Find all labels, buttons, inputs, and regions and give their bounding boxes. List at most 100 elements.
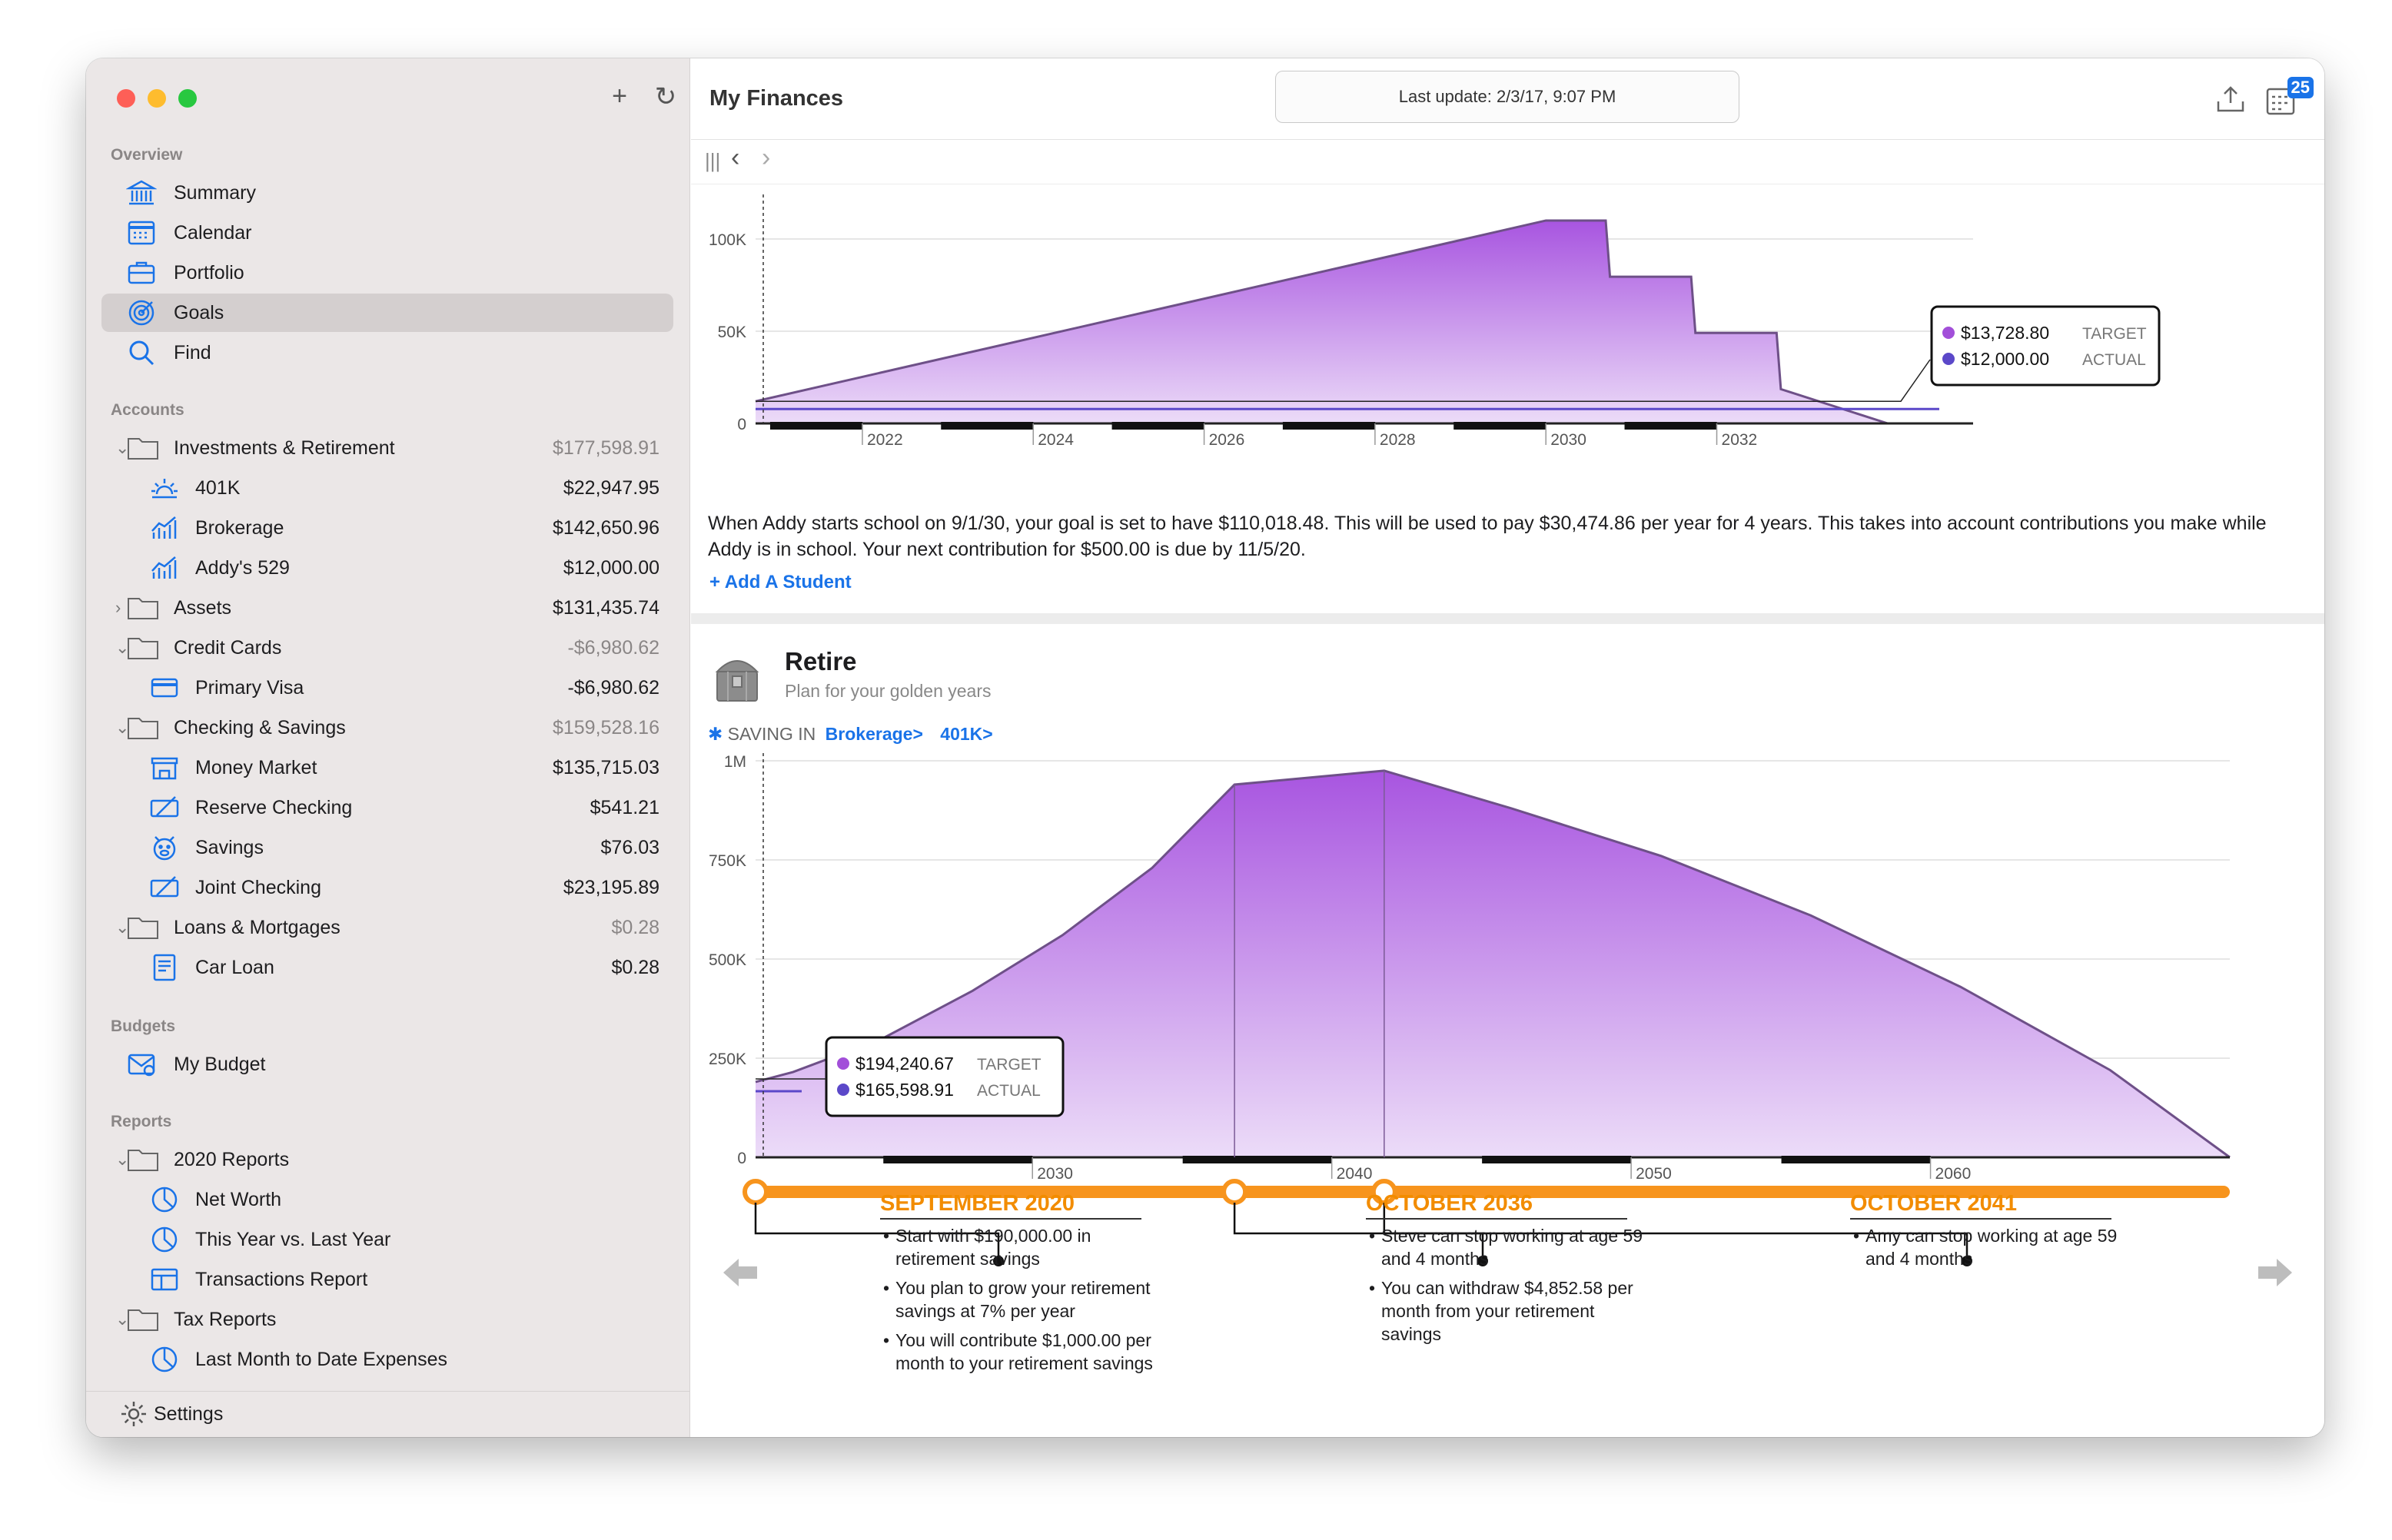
refresh-icon[interactable]: ↻ <box>653 81 679 112</box>
minimize-window-button[interactable] <box>148 89 166 108</box>
milestone-bullet: Amy can stop working at age 59 and 4 mon… <box>1850 1224 2135 1270</box>
sidebar-item-calendar[interactable]: Calendar <box>101 214 673 252</box>
target-dot <box>837 1057 849 1070</box>
saving-account-401k-link[interactable]: 401K> <box>940 724 992 744</box>
saving-account-brokerage-link[interactable]: Brokerage> <box>826 724 923 744</box>
sidebar-item-money-market[interactable]: Money Market $135,715.03 <box>101 748 673 787</box>
window-controls <box>117 89 197 108</box>
sidebar-group-checking-savings[interactable]: ⌄ Checking & Savings $159,528.16 <box>101 709 673 747</box>
sidebar-group-credit-cards[interactable]: ⌄ Credit Cards -$6,980.62 <box>101 629 673 667</box>
sidebar-item-reserve-checking[interactable]: Reserve Checking $541.21 <box>101 788 673 827</box>
education-goal-description: When Addy starts school on 9/1/30, your … <box>708 513 2267 560</box>
milestone-title: SEPTEMBER 2020 <box>880 1191 1141 1220</box>
axis-segment <box>1624 422 1717 430</box>
sidebar-item-this-year-vs-last-year[interactable]: This Year vs. Last Year <box>101 1220 673 1259</box>
milestone-bullet: You can withdraw $4,852.58 per month fro… <box>1366 1276 1650 1346</box>
x-tick-label: 2032 <box>1722 431 1758 449</box>
sidebar-toolbar: + ↻ <box>606 81 679 112</box>
section-budgets: Budgets <box>111 1017 175 1035</box>
sidebar-item-joint-checking[interactable]: Joint Checking $23,195.89 <box>101 868 673 907</box>
folder-icon <box>126 1143 160 1177</box>
sidebar-group-tax-reports[interactable]: ⌄ Tax Reports <box>101 1300 673 1339</box>
axis-segment <box>1282 422 1375 430</box>
y-tick-label: 750K <box>709 852 746 870</box>
close-window-button[interactable] <box>117 89 135 108</box>
sidebar-group-loans[interactable]: ⌄ Loans & Mortgages $0.28 <box>101 908 673 947</box>
milestone-october-2041: OCTOBER 2041 Amy can stop working at age… <box>1850 1191 2135 1276</box>
main-content: My Finances Last update: 2/3/17, 9:07 PM… <box>691 58 2324 1437</box>
sidebar-item-savings[interactable]: Savings $76.03 <box>101 828 673 867</box>
timeline-milestone-marker <box>1221 1179 1248 1205</box>
add-icon[interactable]: + <box>606 81 633 112</box>
add-student-button[interactable]: + Add A Student <box>709 572 852 593</box>
sidebar-item-my-budget[interactable]: My Budget <box>101 1045 673 1084</box>
axis-segment <box>1453 422 1546 430</box>
gear-icon[interactable]: ✱ <box>708 724 723 744</box>
retire-goal-title: Retire <box>785 647 857 675</box>
tooltip-box <box>1930 305 2161 387</box>
previous-milestone-arrow-icon[interactable] <box>722 1256 759 1289</box>
zoom-window-button[interactable] <box>178 89 197 108</box>
education-goal-chart: 0 50K 100K 2022 2024 2026 2028 2030 2032 $13,728.… <box>691 185 2324 508</box>
folder-icon <box>126 1303 160 1336</box>
target-value: $13,728.80 <box>1961 323 2049 343</box>
y-tick-label: 0 <box>737 1150 746 1167</box>
sidebar-group-assets[interactable]: › Assets $131,435.74 <box>101 589 673 627</box>
value-tooltip: $194,240.67 TARGET $165,598.91 ACTUAL <box>825 1036 1065 1117</box>
sidebar-item-401k[interactable]: 401K $22,947.95 <box>101 469 673 507</box>
milestone-october-2036: OCTOBER 2036 Steve can stop working at a… <box>1366 1191 1650 1352</box>
sidebar-item-transactions-report[interactable]: Transactions Report <box>101 1260 673 1299</box>
sidebar-group-2020-reports[interactable]: ⌄ 2020 Reports <box>101 1140 673 1179</box>
pie-chart-icon <box>148 1183 181 1216</box>
sidebar-item-car-loan[interactable]: Car Loan $0.28 <box>101 948 673 987</box>
milestone-september-2020: SEPTEMBER 2020 Start with $190,000.00 in… <box>880 1191 1164 1381</box>
folder-icon <box>126 591 160 625</box>
axis-segment <box>1781 1156 1931 1163</box>
sidebar-item-last-month-expenses[interactable]: Last Month to Date Expenses <box>101 1340 673 1379</box>
toolbar: My Finances Last update: 2/3/17, 9:07 PM… <box>691 58 2324 140</box>
pie-chart-icon <box>148 1343 181 1376</box>
sidebar-item-primary-visa[interactable]: Primary Visa -$6,980.62 <box>101 669 673 707</box>
forward-icon[interactable]: › <box>762 143 770 173</box>
share-icon[interactable] <box>2214 81 2247 115</box>
tooltip-box <box>825 1036 1065 1117</box>
sidebar-item-goals[interactable]: Goals <box>101 294 673 332</box>
timeline-milestone-marker <box>743 1179 769 1205</box>
table-icon <box>148 1263 181 1296</box>
sidebar: + ↻ Overview Summary Calendar Portfolio … <box>86 58 690 1437</box>
settings-button[interactable]: Settings <box>86 1391 690 1437</box>
sidebar-item-find[interactable]: Find <box>101 334 673 372</box>
sidebar-item-net-worth[interactable]: Net Worth <box>101 1180 673 1219</box>
next-milestone-arrow-icon[interactable] <box>2257 1256 2294 1289</box>
folder-icon <box>126 631 160 665</box>
x-tick-label: 2030 <box>1550 431 1586 449</box>
milestone-title: OCTOBER 2036 <box>1366 1191 1627 1220</box>
actual-dot <box>1942 353 1955 365</box>
sidebar-item-portfolio[interactable]: Portfolio <box>101 254 673 292</box>
y-tick-label: 250K <box>709 1050 746 1068</box>
saving-in-row: ✱ SAVING IN Brokerage> 401K> <box>708 724 993 745</box>
document-icon <box>148 951 181 984</box>
sidebar-item-summary[interactable]: Summary <box>101 174 673 212</box>
x-tick-label: 2024 <box>1038 431 1074 449</box>
x-tick-label: 2060 <box>1935 1165 1972 1183</box>
education-chart-svg: 0 50K 100K 2022 2024 2026 2028 2030 2032 $13,728.… <box>709 194 2161 449</box>
y-tick-label: 1M <box>724 753 746 771</box>
check-pen-icon <box>148 871 181 904</box>
target-dot <box>1942 327 1955 339</box>
actual-value: $12,000.00 <box>1961 349 2049 369</box>
grip-icon[interactable]: ||| <box>705 149 720 173</box>
back-icon[interactable]: ‹ <box>731 143 739 173</box>
axis-segment <box>941 422 1034 430</box>
milestone-bullet: Steve can stop working at age 59 and 4 m… <box>1366 1224 1650 1270</box>
credit-card-icon <box>148 671 181 705</box>
sidebar-item-brokerage[interactable]: Brokerage $142,650.96 <box>101 509 673 547</box>
section-accounts: Accounts <box>111 401 184 419</box>
sidebar-item-addys-529[interactable]: Addy's 529 $12,000.00 <box>101 549 673 587</box>
folder-icon <box>126 431 160 465</box>
search-icon <box>125 336 158 370</box>
last-update-status[interactable]: Last update: 2/3/17, 9:07 PM <box>1275 71 1739 123</box>
x-tick-label: 2022 <box>867 431 903 449</box>
target-label: TARGET <box>977 1056 1042 1074</box>
sidebar-group-investments[interactable]: ⌄ Investments & Retirement $177,598.91 <box>101 429 673 467</box>
